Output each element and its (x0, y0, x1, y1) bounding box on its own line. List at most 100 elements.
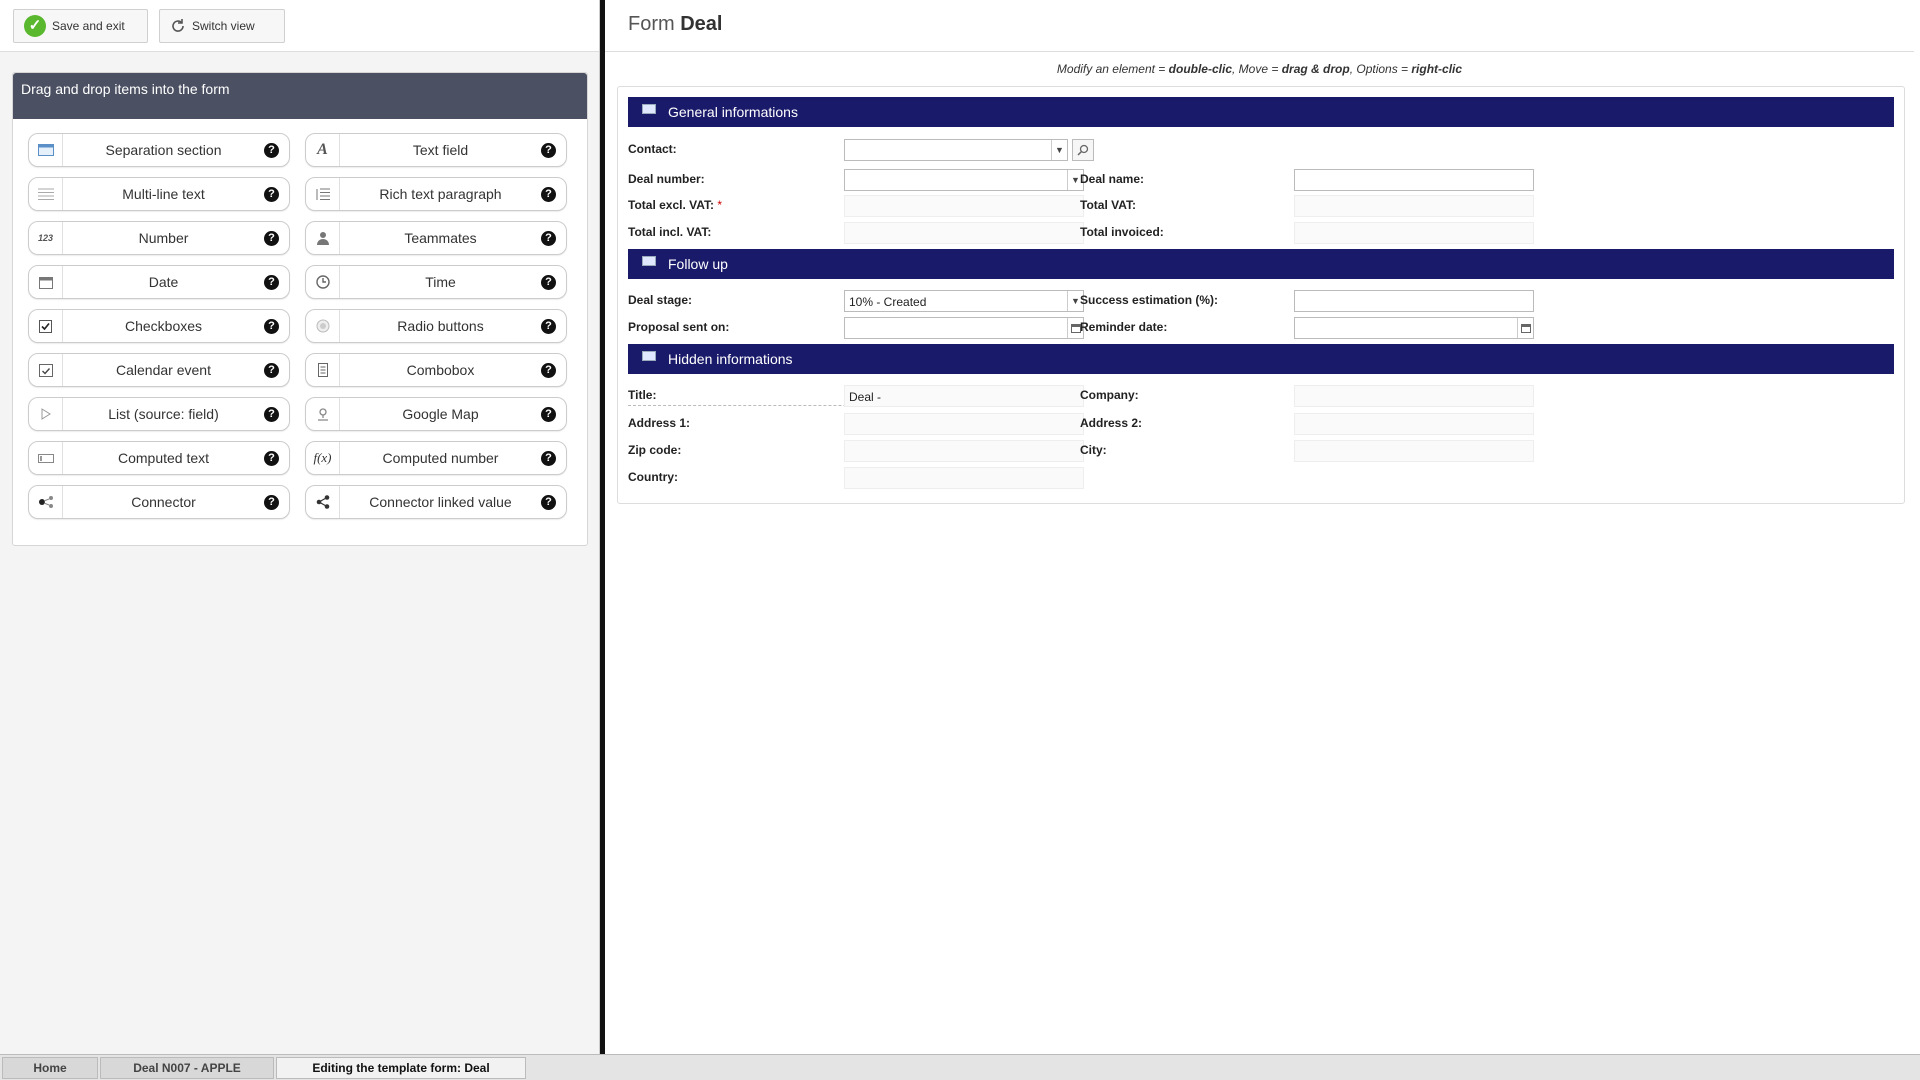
company-field[interactable] (1294, 385, 1534, 407)
task-deal[interactable]: Deal N007 - APPLE (100, 1057, 274, 1079)
title-field[interactable]: Deal - (844, 385, 1084, 407)
deal-name-label: Deal name: (1080, 172, 1145, 186)
section-general[interactable]: General informations (628, 97, 1894, 127)
proposal-sent-date-input[interactable] (844, 317, 1084, 339)
zip-code-field[interactable] (844, 440, 1084, 462)
task-editing-template[interactable]: Editing the template form: Deal (276, 1057, 526, 1079)
section-icon (29, 134, 63, 166)
checkbox-icon (29, 310, 63, 342)
calendar-icon[interactable] (1517, 318, 1533, 338)
section-icon (642, 104, 656, 114)
palette-item-multi-line-text[interactable]: Multi-line text? (28, 177, 290, 211)
help-icon[interactable]: ? (264, 362, 279, 378)
save-and-exit-label: Save and exit (52, 19, 125, 33)
help-icon[interactable]: ? (264, 494, 279, 510)
help-icon[interactable]: ? (264, 406, 279, 422)
palette-item-label: Radio buttons (397, 318, 484, 334)
help-icon[interactable]: ? (541, 274, 556, 290)
left-panel: ✓ Save and exit Switch view Drag and dro… (0, 0, 600, 1054)
toolbar: ✓ Save and exit Switch view (0, 0, 599, 52)
help-icon[interactable]: ? (541, 362, 556, 378)
help-icon[interactable]: ? (264, 274, 279, 290)
form-editor-panel: Form Deal Modify an element = double-cli… (605, 0, 1914, 1054)
connector-icon (29, 486, 63, 518)
palette-item-time[interactable]: Time? (305, 265, 567, 299)
city-field[interactable] (1294, 440, 1534, 462)
palette-item-label: Google Map (402, 406, 479, 422)
reminder-date-label: Reminder date: (1080, 320, 1168, 334)
proposal-sent-label: Proposal sent on: (628, 320, 730, 334)
help-icon[interactable]: ? (541, 186, 556, 202)
total-excl-vat-field[interactable] (844, 195, 1084, 217)
palette-item-label: Connector (131, 494, 196, 510)
palette-item-list-source-field[interactable]: List (source: field)? (28, 397, 290, 431)
calendar-icon (29, 266, 63, 298)
form-title: Form Deal (605, 0, 1914, 52)
title-label: Title: (628, 388, 657, 402)
help-icon[interactable]: ? (541, 406, 556, 422)
address2-label: Address 2: (1080, 416, 1143, 430)
save-and-exit-button[interactable]: ✓ Save and exit (13, 9, 148, 43)
palette-item-label: Computed number (382, 450, 499, 466)
total-incl-vat-field[interactable] (844, 222, 1084, 244)
country-field[interactable] (844, 467, 1084, 489)
help-icon[interactable]: ? (264, 230, 279, 246)
help-icon[interactable]: ? (541, 494, 556, 510)
form-canvas: General informations Contact: ▼ Deal num… (617, 86, 1905, 504)
palette-item-text-field[interactable]: A Text field? (305, 133, 567, 167)
reminder-date-input[interactable] (1294, 317, 1534, 339)
palette-item-computed-number[interactable]: f(x) Computed number? (305, 441, 567, 475)
palette-item-number[interactable]: 123 Number? (28, 221, 290, 255)
address1-field[interactable] (844, 413, 1084, 435)
total-incl-vat-label: Total incl. VAT: (628, 225, 712, 239)
palette-item-separation-section[interactable]: Separation section? (28, 133, 290, 167)
help-icon[interactable]: ? (541, 142, 556, 158)
section-hidden[interactable]: Hidden informations (628, 344, 1894, 374)
form-title-name: Deal (680, 13, 723, 35)
help-icon[interactable]: ? (541, 318, 556, 334)
task-home[interactable]: Home (2, 1057, 98, 1079)
palette-item-rich-text-paragraph[interactable]: Rich text paragraph? (305, 177, 567, 211)
palette-item-date[interactable]: Date? (28, 265, 290, 299)
help-icon[interactable]: ? (541, 450, 556, 466)
help-icon[interactable]: ? (264, 142, 279, 158)
map-pin-icon (306, 398, 340, 430)
palette-item-checkboxes[interactable]: Checkboxes? (28, 309, 290, 343)
total-invoiced-field[interactable] (1294, 222, 1534, 244)
palette-item-label: Computed text (117, 450, 210, 466)
palette-item-teammates[interactable]: Teammates? (305, 221, 567, 255)
help-icon[interactable]: ? (264, 318, 279, 334)
deal-number-label: Deal number: (628, 172, 705, 186)
switch-view-button[interactable]: Switch view (159, 9, 285, 43)
search-icon[interactable] (1072, 139, 1094, 161)
help-icon[interactable]: ? (264, 186, 279, 202)
palette-item-google-map[interactable]: Google Map? (305, 397, 567, 431)
multiline-icon (29, 178, 63, 210)
section-follow-up[interactable]: Follow up (628, 249, 1894, 279)
help-icon[interactable]: ? (264, 450, 279, 466)
palette-item-calendar-event[interactable]: Calendar event? (28, 353, 290, 387)
palette-item-label: Teammates (404, 230, 477, 246)
address2-field[interactable] (1294, 413, 1534, 435)
palette-item-label: Time (425, 274, 456, 290)
editing-hint: Modify an element = double-clic, Move = … (605, 62, 1914, 80)
city-label: City: (1080, 443, 1107, 457)
palette-item-connector-linked-value[interactable]: Connector linked value? (305, 485, 567, 519)
help-icon[interactable]: ? (541, 230, 556, 246)
zip-code-label: Zip code: (628, 443, 682, 457)
deal-number-select[interactable]: ▼ (844, 169, 1084, 191)
contact-select[interactable]: ▼ (844, 139, 1068, 161)
country-label: Country: (628, 470, 678, 484)
title-value: Deal - (849, 390, 882, 404)
palette-item-label: Checkboxes (124, 318, 203, 334)
deal-name-input[interactable] (1294, 169, 1534, 191)
palette-item-connector[interactable]: Connector? (28, 485, 290, 519)
palette-item-label: Combobox (406, 362, 475, 378)
deal-stage-select[interactable]: 10% - Created ▼ (844, 290, 1084, 312)
palette-item-radio-buttons[interactable]: Radio buttons? (305, 309, 567, 343)
total-vat-field[interactable] (1294, 195, 1534, 217)
palette-item-computed-text[interactable]: Computed text? (28, 441, 290, 475)
palette-item-label: Separation section (105, 142, 222, 158)
success-estimation-input[interactable] (1294, 290, 1534, 312)
palette-item-combobox[interactable]: Combobox? (305, 353, 567, 387)
